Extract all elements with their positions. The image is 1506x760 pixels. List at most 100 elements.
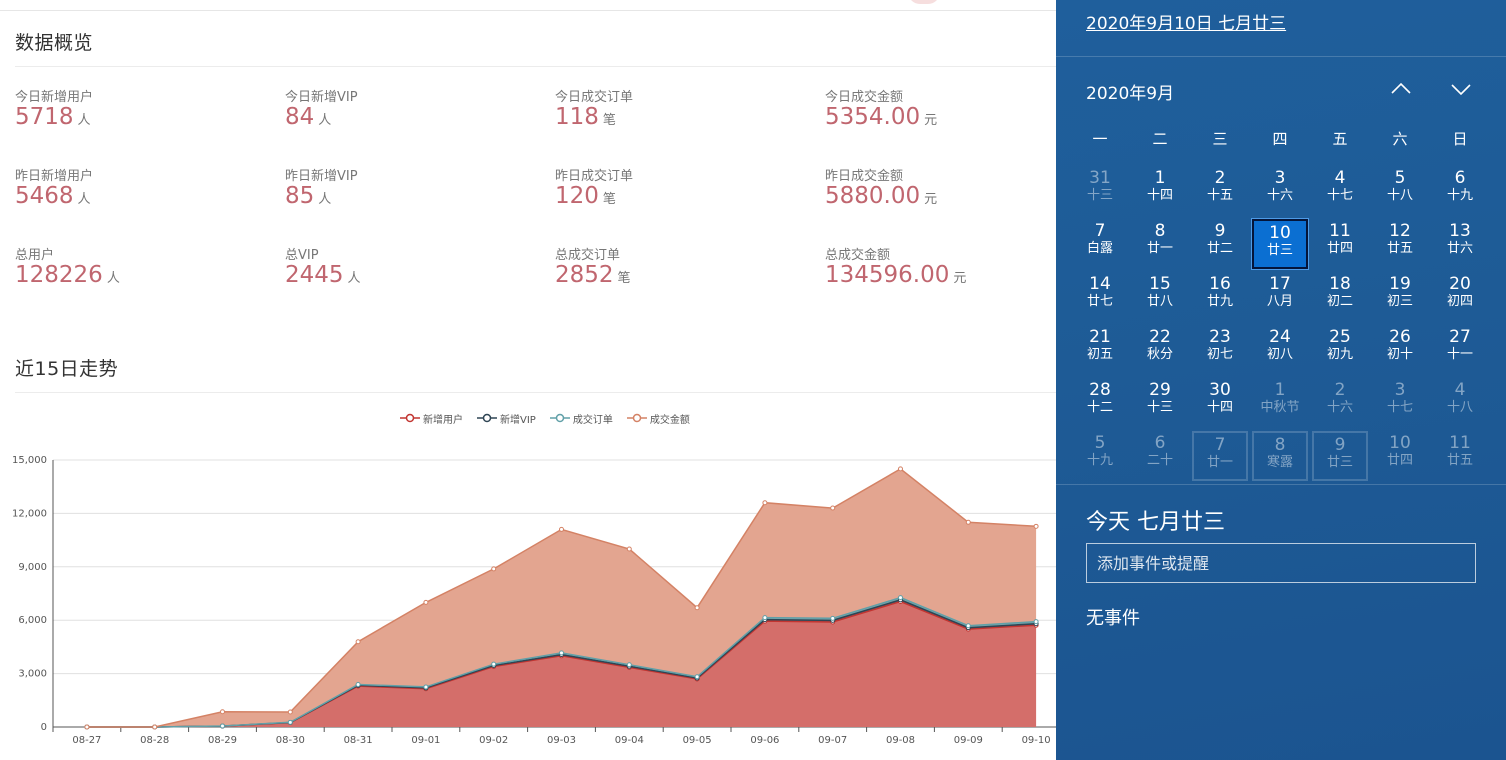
calendar-day[interactable]: 12 廿五 — [1372, 219, 1428, 269]
chevron-up-icon[interactable] — [1388, 78, 1414, 100]
day-number: 1 — [1274, 380, 1286, 400]
calendar-day[interactable]: 18 初二 — [1312, 272, 1368, 322]
data-point — [423, 684, 429, 690]
lunar-label: 十八 — [1446, 400, 1473, 415]
stat-value: 5354.00 — [825, 104, 921, 130]
calendar-day[interactable]: 1 十四 — [1132, 166, 1188, 216]
stat-label: 今日成交金额 — [825, 90, 904, 105]
stat-label: 总VIP — [285, 248, 319, 263]
calendar-day[interactable]: 3 十七 — [1372, 378, 1428, 428]
calendar-day[interactable]: 5 十八 — [1372, 166, 1428, 216]
calendar-day[interactable]: 1 中秋节 — [1252, 378, 1308, 428]
day-number: 30 — [1209, 380, 1231, 400]
day-number: 6 — [1154, 433, 1166, 453]
calendar-day[interactable]: 7 廿一 — [1192, 431, 1248, 481]
lunar-label: 初四 — [1446, 294, 1473, 309]
lunar-label: 十二 — [1086, 400, 1113, 415]
legend-item-amount[interactable]: 成交金额 — [626, 411, 690, 426]
stat-label: 总用户 — [15, 248, 55, 263]
avatar[interactable] — [908, 0, 940, 4]
today-label: 今天 七月廿三 — [1086, 510, 1225, 535]
calendar-day[interactable]: 25 初九 — [1312, 325, 1368, 375]
lunar-label: 廿四 — [1386, 453, 1413, 468]
calendar-date-header[interactable]: 2020年9月10日 七月廿三 — [1086, 9, 1286, 34]
calendar-day[interactable]: 19 初三 — [1372, 272, 1428, 322]
calendar-day[interactable]: 11 廿四 — [1312, 219, 1368, 269]
x-tick-label: 09-08 — [886, 735, 915, 746]
day-number: 4 — [1334, 168, 1346, 188]
calendar-day[interactable]: 23 初七 — [1192, 325, 1248, 375]
calendar-day[interactable]: 6 十九 — [1432, 166, 1488, 216]
calendar-day[interactable]: 13 廿六 — [1432, 219, 1488, 269]
calendar-month-label[interactable]: 2020年9月 — [1086, 79, 1174, 104]
lunar-label: 十四 — [1206, 400, 1233, 415]
lunar-label: 秋分 — [1146, 347, 1173, 362]
lunar-label: 廿九 — [1206, 294, 1233, 309]
day-number: 11 — [1329, 221, 1351, 241]
calendar-day[interactable]: 24 初八 — [1252, 325, 1308, 375]
calendar-day-today[interactable]: 10 廿三 — [1252, 219, 1308, 269]
calendar-day[interactable]: 26 初十 — [1372, 325, 1428, 375]
stat-unit: 人 — [347, 271, 361, 286]
calendar-day[interactable]: 17 八月 — [1252, 272, 1308, 322]
legend-label: 成交订单 — [572, 414, 613, 426]
x-tick-label: 09-07 — [818, 735, 847, 746]
calendar-day[interactable]: 3 十六 — [1252, 166, 1308, 216]
add-event-input[interactable] — [1086, 543, 1476, 583]
calendar-day[interactable]: 5 十九 — [1072, 431, 1128, 481]
lunar-label: 廿二 — [1206, 241, 1233, 256]
lunar-label: 廿一 — [1146, 241, 1173, 256]
calendar-day[interactable]: 2 十五 — [1192, 166, 1248, 216]
day-number: 21 — [1089, 327, 1111, 347]
calendar-day[interactable]: 14 廿七 — [1072, 272, 1128, 322]
x-tick-label: 08-31 — [344, 735, 373, 746]
lunar-label: 廿八 — [1146, 294, 1173, 309]
calendar-day[interactable]: 10 廿四 — [1372, 431, 1428, 481]
legend-label: 新增用户 — [423, 414, 463, 426]
calendar-day[interactable]: 22 秋分 — [1132, 325, 1188, 375]
calendar-day[interactable]: 27 十一 — [1432, 325, 1488, 375]
calendar-day[interactable]: 9 廿二 — [1192, 219, 1248, 269]
day-number: 7 — [1214, 435, 1226, 455]
calendar-day[interactable]: 31 十三 — [1072, 166, 1128, 216]
chevron-down-icon[interactable] — [1448, 78, 1474, 100]
legend-item-vip[interactable]: 新增VIP — [477, 411, 536, 426]
calendar-day[interactable]: 11 廿五 — [1432, 431, 1488, 481]
day-number: 27 — [1449, 327, 1471, 347]
lunar-label: 十六 — [1266, 188, 1293, 203]
calendar-day[interactable]: 29 十三 — [1132, 378, 1188, 428]
calendar-day[interactable]: 8 寒露 — [1252, 431, 1308, 481]
calendar-day[interactable]: 7 白露 — [1072, 219, 1128, 269]
stat-unit: 人 — [318, 192, 332, 207]
calendar-day[interactable]: 2 十六 — [1312, 378, 1368, 428]
day-number: 28 — [1089, 380, 1111, 400]
calendar-day[interactable]: 9 廿三 — [1312, 431, 1368, 481]
legend-item-orders[interactable]: 成交订单 — [549, 411, 613, 426]
calendar-day[interactable]: 16 廿九 — [1192, 272, 1248, 322]
stat-value: 134596.00 — [825, 262, 950, 288]
legend-marker-icon — [400, 413, 420, 423]
calendar-day[interactable]: 15 廿八 — [1132, 272, 1188, 322]
day-number: 14 — [1089, 274, 1111, 294]
calendar-day[interactable]: 21 初五 — [1072, 325, 1128, 375]
calendar-day[interactable]: 8 廿一 — [1132, 219, 1188, 269]
x-tick-label: 09-10 — [1022, 735, 1051, 746]
stat-unit: 人 — [77, 113, 91, 128]
x-tick-label: 09-05 — [683, 735, 712, 746]
calendar-day[interactable]: 30 十四 — [1192, 378, 1248, 428]
lunar-label: 初十 — [1386, 347, 1413, 362]
stat-value: 84 — [285, 104, 315, 130]
calendar-day[interactable]: 4 十八 — [1432, 378, 1488, 428]
calendar-day[interactable]: 4 十七 — [1312, 166, 1368, 216]
stat-value: 2445 — [285, 262, 344, 288]
calendar-day[interactable]: 20 初四 — [1432, 272, 1488, 322]
lunar-label: 廿一 — [1206, 455, 1233, 470]
lunar-label: 初五 — [1086, 347, 1113, 362]
stat-label: 今日成交订单 — [555, 90, 634, 105]
lunar-label: 二十 — [1146, 453, 1173, 468]
stat-value: 128226 — [15, 262, 103, 288]
calendar-day[interactable]: 28 十二 — [1072, 378, 1128, 428]
calendar-day[interactable]: 6 二十 — [1132, 431, 1188, 481]
legend-item-users[interactable]: 新增用户 — [400, 411, 463, 426]
data-point — [1033, 523, 1039, 529]
